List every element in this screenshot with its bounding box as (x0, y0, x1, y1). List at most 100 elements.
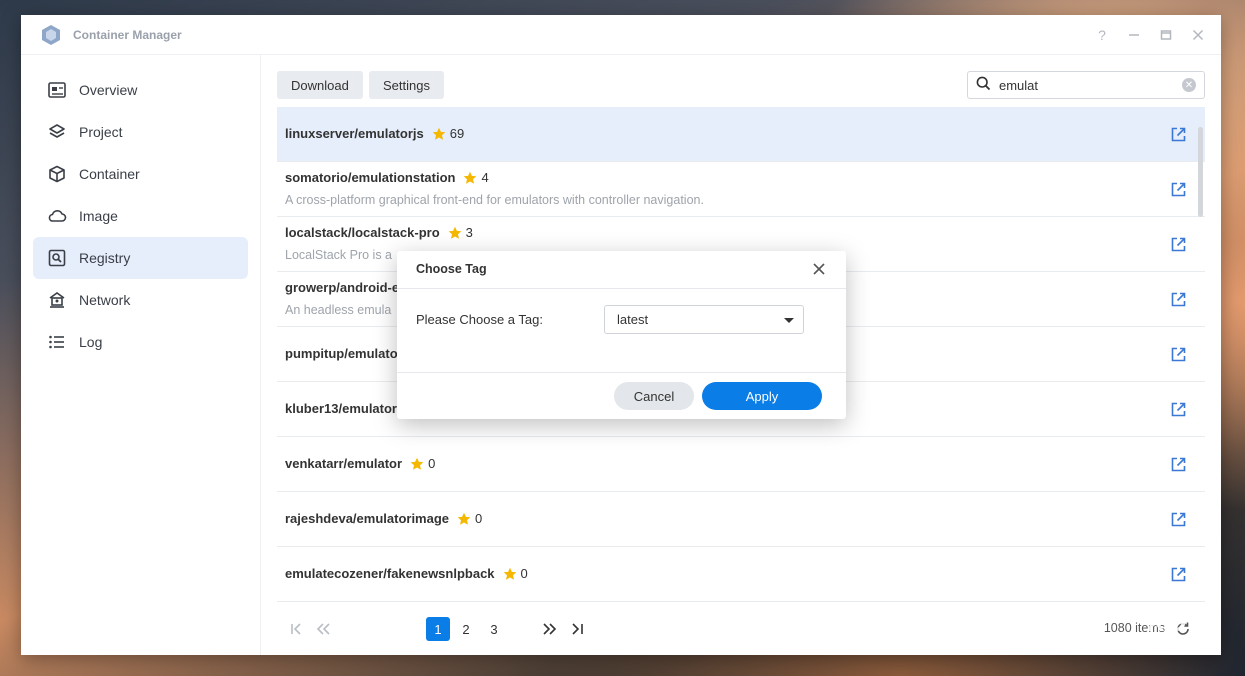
external-link-icon[interactable] (1170, 346, 1187, 363)
apply-button[interactable]: Apply (702, 382, 822, 410)
maximize-icon[interactable] (1159, 28, 1173, 42)
external-link-icon[interactable] (1170, 126, 1187, 143)
dialog-header: Choose Tag (397, 251, 846, 289)
table-row[interactable]: linuxserver/emulatorjs 69 (277, 107, 1205, 162)
clear-search-icon[interactable]: ✕ (1182, 78, 1196, 92)
close-icon[interactable] (812, 262, 826, 276)
choose-tag-dialog: Choose Tag Please Choose a Tag: latest C… (397, 251, 846, 419)
star-icon (432, 127, 446, 140)
row-title: localstack/localstack-pro 3 (285, 225, 473, 240)
sidebar: Overview Project Container Image Registr… (21, 55, 261, 655)
external-link-icon[interactable] (1170, 236, 1187, 253)
table-row[interactable]: emulatecozener/fakenewsnlpback 0 (277, 547, 1205, 602)
star-count: 69 (449, 126, 465, 141)
container-manager-logo-icon (39, 23, 63, 47)
star-icon (448, 226, 461, 239)
sidebar-item-label: Container (79, 166, 140, 182)
cloud-icon (47, 206, 67, 226)
image-description: An headless emula (285, 303, 392, 317)
image-name: growerp/android-e (285, 280, 400, 295)
external-link-icon[interactable] (1170, 456, 1187, 473)
sidebar-item-container[interactable]: Container (33, 153, 248, 195)
download-button[interactable]: Download (277, 71, 363, 99)
first-page-icon[interactable] (285, 617, 309, 641)
star-count: 0 (428, 456, 436, 471)
minimize-icon[interactable] (1127, 28, 1141, 42)
cancel-button[interactable]: Cancel (614, 382, 694, 410)
sidebar-item-network[interactable]: Network (33, 279, 248, 321)
external-link-icon[interactable] (1170, 511, 1187, 528)
table-row[interactable]: rajeshdeva/emulatorimage 0 (277, 492, 1205, 547)
table-row[interactable]: somatorio/emulationstation 4 A cross-pla… (277, 162, 1205, 217)
window-controls: ? (1095, 15, 1205, 55)
layers-icon (47, 122, 67, 142)
sidebar-item-label: Registry (79, 250, 131, 266)
sidebar-item-label: Network (79, 292, 131, 308)
row-title: venkatarr/emulator 0 (285, 456, 435, 471)
search-icon (976, 76, 991, 94)
star-icon (457, 512, 471, 525)
search-box: ✕ (967, 71, 1205, 99)
row-title: growerp/android-e (285, 280, 399, 295)
tag-select[interactable]: latest (604, 305, 804, 334)
external-link-icon[interactable] (1170, 566, 1187, 583)
image-name: pumpitup/emulato (285, 346, 398, 361)
list-icon (47, 332, 67, 352)
help-icon[interactable]: ? (1095, 27, 1109, 43)
tag-label: Please Choose a Tag: (416, 312, 543, 327)
registry-search-icon (47, 248, 67, 268)
row-title: emulatecozener/fakenewsnlpback 0 (285, 566, 528, 581)
title-bar: Container Manager ? (21, 15, 1221, 55)
close-window-icon[interactable] (1191, 28, 1205, 42)
row-title: linuxserver/emulatorjs 69 (285, 126, 464, 141)
image-name: localstack/localstack-pro (285, 225, 440, 240)
star-icon (503, 567, 516, 580)
external-link-icon[interactable] (1170, 401, 1187, 418)
row-title: pumpitup/emulato (285, 346, 398, 361)
row-title: rajeshdeva/emulatorimage 0 (285, 511, 482, 526)
image-name: venkatarr/emulator (285, 456, 403, 471)
row-title: somatorio/emulationstation 4 (285, 170, 489, 185)
network-icon (47, 290, 67, 310)
image-name: rajeshdeva/emulatorimage (285, 511, 450, 526)
toolbar: Download Settings ✕ (277, 71, 1205, 99)
page-2-button[interactable]: 2 (454, 617, 478, 641)
cube-icon (47, 164, 67, 184)
sidebar-item-overview[interactable]: Overview (33, 69, 248, 111)
sidebar-item-label: Overview (79, 82, 138, 98)
star-count: 3 (465, 225, 473, 240)
dialog-title: Choose Tag (416, 262, 487, 276)
tag-select-value: latest (617, 312, 649, 327)
app-title: Container Manager (73, 27, 182, 42)
sidebar-item-label: Image (79, 208, 118, 224)
external-link-icon[interactable] (1170, 181, 1187, 198)
sidebar-item-project[interactable]: Project (33, 111, 248, 153)
image-name: kluber13/emulator (285, 401, 397, 416)
image-name: somatorio/emulationstation (285, 170, 456, 185)
row-title: kluber13/emulator (285, 401, 397, 416)
image-name: linuxserver/emulatorjs (285, 126, 424, 141)
overview-icon (47, 80, 67, 100)
sidebar-item-label: Log (79, 334, 103, 350)
page-1-button[interactable]: 1 (426, 617, 450, 641)
pagination: 1 2 3 1080 items (277, 613, 1205, 643)
external-link-icon[interactable] (1170, 291, 1187, 308)
list-scrollbar[interactable] (1198, 127, 1203, 217)
star-count: 0 (520, 566, 528, 581)
image-name: emulatecozener/fakenewsnlpback (285, 566, 495, 581)
last-page-icon[interactable] (565, 617, 589, 641)
previous-page-icon[interactable] (312, 617, 336, 641)
table-row[interactable]: venkatarr/emulator 0 (277, 437, 1205, 492)
chevron-down-icon (784, 318, 794, 323)
sidebar-item-registry[interactable]: Registry (33, 237, 248, 279)
next-page-icon[interactable] (537, 617, 561, 641)
page-3-button[interactable]: 3 (482, 617, 506, 641)
settings-button[interactable]: Settings (369, 71, 444, 99)
sidebar-item-log[interactable]: Log (33, 321, 248, 363)
sidebar-item-image[interactable]: Image (33, 195, 248, 237)
sidebar-item-label: Project (79, 124, 123, 140)
star-icon (464, 171, 477, 184)
star-icon (410, 457, 424, 470)
star-count: 4 (481, 170, 489, 185)
search-input[interactable] (999, 77, 1169, 93)
